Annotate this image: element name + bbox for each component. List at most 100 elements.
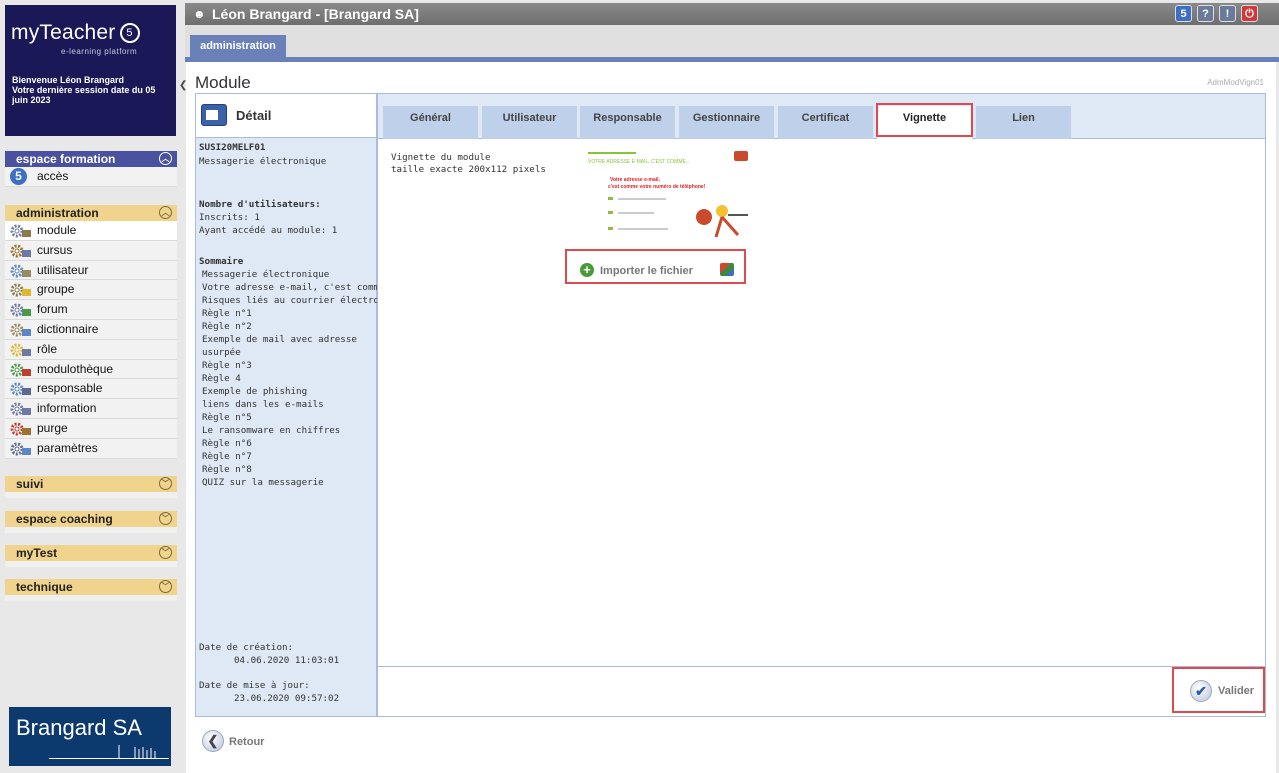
summary-item[interactable]: Messagerie électronique xyxy=(202,268,377,281)
cursus-icon xyxy=(10,244,31,258)
tab-lien[interactable]: Lien xyxy=(976,106,1071,139)
chevron-down-icon[interactable]: ﹀ xyxy=(159,546,172,559)
sidebar-item-label: dictionnaire xyxy=(37,321,99,336)
main-tab-strip: administration xyxy=(185,25,1279,62)
summary-item[interactable]: QUIZ sur la messagerie xyxy=(202,476,377,489)
sidebar-item-groupe[interactable]: groupe xyxy=(5,280,177,301)
alert-button[interactable]: ! xyxy=(1219,5,1236,22)
module-code: SUSI20MELF01 xyxy=(199,141,375,154)
tab-gestionnaire[interactable]: Gestionnaire xyxy=(679,106,774,139)
summary-item[interactable]: Règle n°8 xyxy=(202,463,377,476)
summary-item[interactable]: Règle n°1 xyxy=(202,307,377,320)
brand-panel: myTeacher 5 e-learning platform Bienvenue… xyxy=(5,5,176,136)
tabs-bar: Général Utilisateur Responsable Gestionnair… xyxy=(378,94,1265,139)
page-title: Module xyxy=(195,73,251,92)
purge-icon xyxy=(10,422,31,436)
chevron-up-icon[interactable]: ︿ xyxy=(159,206,172,219)
section-header-mytest[interactable]: myTest ﹀ xyxy=(5,545,177,561)
tagline: e-learning platform xyxy=(61,47,138,56)
sidebar-item-modulotheque[interactable]: modulothèque xyxy=(5,359,177,380)
users-title: Nombre d'utilisateurs: xyxy=(199,198,375,211)
sidebar-item-parametres[interactable]: paramètres xyxy=(5,438,177,459)
chevron-down-icon[interactable]: ﹀ xyxy=(159,512,172,525)
created-label: Date de création: xyxy=(199,642,294,653)
settings-icon xyxy=(10,442,31,456)
sidebar: myTeacher 5 e-learning platform Bienvenue… xyxy=(0,0,187,773)
detail-icon xyxy=(201,104,227,126)
sidebar-item-label: module xyxy=(37,223,77,237)
summary-item[interactable]: Règle n°2 xyxy=(202,320,377,333)
tab-responsable[interactable]: Responsable xyxy=(580,106,675,139)
tab-general[interactable]: Général xyxy=(383,106,478,139)
sidebar-item-responsable[interactable]: responsable xyxy=(5,379,177,400)
detail-heading: Détail xyxy=(236,108,272,123)
section-technique: technique ﹀ xyxy=(5,579,177,601)
sidebar-item-information[interactable]: information xyxy=(5,399,177,419)
app-logo[interactable]: myTeacher 5 xyxy=(11,21,140,45)
section-label: myTest xyxy=(16,546,58,560)
number-5-icon: 5 xyxy=(10,168,27,185)
summary-item[interactable]: Exemple de mail avec adresse xyxy=(202,333,377,346)
back-button[interactable]: ❮ Retour xyxy=(202,730,282,754)
tab-administration[interactable]: administration xyxy=(190,35,286,58)
accessed-count: Ayant accédé au module: 1 xyxy=(199,225,338,236)
user-icon xyxy=(10,264,31,278)
module-icon xyxy=(10,224,31,238)
summary-item[interactable]: Règle n°7 xyxy=(202,450,377,463)
sidebar-item-cursus[interactable]: cursus xyxy=(5,240,177,261)
summary-item[interactable]: liens dans les e-mails xyxy=(202,398,377,411)
chevron-down-icon[interactable]: ﹀ xyxy=(159,580,172,593)
help-button[interactable]: ? xyxy=(1197,5,1214,22)
section-header-technique[interactable]: technique ﹀ xyxy=(5,579,177,595)
summary-item[interactable]: Règle 4 xyxy=(202,372,377,385)
user-icon: ☻ xyxy=(193,7,206,21)
chevron-down-icon[interactable]: ﹀ xyxy=(159,477,172,490)
section-header-administration[interactable]: administration ︿ xyxy=(5,205,177,221)
back-arrow-icon: ❮ xyxy=(202,730,224,752)
logo-bars-graphic xyxy=(118,745,156,759)
section-mytest: myTest ﹀ xyxy=(5,545,177,567)
window-title: Léon Brangard - [Brangard SA] xyxy=(212,6,419,22)
collapse-sidebar-icon[interactable]: ❮ xyxy=(179,80,187,94)
summary-item[interactable]: usurpée xyxy=(202,346,377,359)
version-button[interactable]: 5 xyxy=(1175,5,1192,22)
sidebar-item-forum[interactable]: forum xyxy=(5,300,177,320)
section-header-espace-coaching[interactable]: espace coaching ﹀ xyxy=(5,511,177,527)
section-header-espace-formation[interactable]: espace formation ︿ xyxy=(5,151,177,167)
forum-icon xyxy=(10,303,31,317)
vignette-size-hint: taille exacte 200x112 pixels xyxy=(391,164,546,175)
section-label: administration xyxy=(16,206,99,220)
edit-panel: Général Utilisateur Responsable Gestionnair… xyxy=(377,93,1266,717)
group-icon xyxy=(10,283,31,297)
section-label: espace formation xyxy=(16,152,116,166)
sidebar-item-acces[interactable]: 5 accès xyxy=(5,167,177,187)
summary-item[interactable]: Règle n°6 xyxy=(202,437,377,450)
summary-list: Messagerie électronique Votre adresse e-m… xyxy=(202,268,377,489)
summary-item[interactable]: Votre adresse e-mail, c'est comme... xyxy=(202,281,377,294)
summary-item[interactable]: Règle n°3 xyxy=(202,359,377,372)
section-header-suivi[interactable]: suivi ﹀ xyxy=(5,476,177,492)
tab-utilisateur[interactable]: Utilisateur xyxy=(482,106,577,139)
section-espace-coaching: espace coaching ﹀ xyxy=(5,511,177,533)
module-name: Messagerie électronique xyxy=(199,156,327,167)
summary-item[interactable]: Exemple de phishing xyxy=(202,385,377,398)
sidebar-item-role[interactable]: rôle xyxy=(5,339,177,360)
page-code: AdmModVign01 xyxy=(1207,78,1264,87)
summary-item[interactable]: Risques liés au courrier électronique? xyxy=(202,294,377,307)
power-button[interactable]: ⏻ xyxy=(1241,5,1258,22)
sidebar-item-module[interactable]: module xyxy=(5,221,177,241)
welcome-text: Bienvenue Léon Brangard Votre dernière s… xyxy=(12,75,156,105)
chevron-up-icon[interactable]: ︿ xyxy=(159,152,172,165)
section-spacer xyxy=(5,527,177,533)
sidebar-item-purge[interactable]: purge xyxy=(5,418,177,439)
sidebar-item-utilisateur[interactable]: utilisateur xyxy=(5,260,177,281)
tab-certificat[interactable]: Certificat xyxy=(778,106,873,139)
inscrits: Inscrits: 1 xyxy=(199,212,260,223)
summary-item[interactable]: Le ransomware en chiffres xyxy=(202,424,377,437)
info-icon xyxy=(10,402,31,416)
sidebar-item-label: purge xyxy=(37,420,68,435)
section-spacer xyxy=(5,595,177,601)
logo-text: myTeacher xyxy=(11,21,116,44)
sidebar-item-dictionnaire[interactable]: dictionnaire xyxy=(5,319,177,340)
summary-item[interactable]: Règle n°5 xyxy=(202,411,377,424)
